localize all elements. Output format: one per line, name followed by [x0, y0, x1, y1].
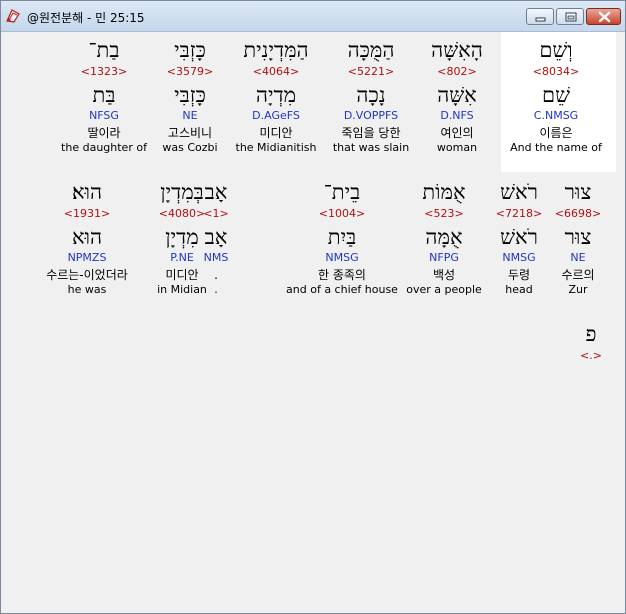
hebrew-word: בַת־	[88, 38, 120, 62]
lexical-form: בַּת	[92, 83, 116, 107]
hebrew-word: בֵית־	[323, 180, 361, 204]
word-cell[interactable]: בַת־ <1323> בַּת NFSG 딸이라 the daughter o…	[49, 37, 159, 155]
minimize-icon	[535, 17, 546, 22]
korean-gloss: 딸이라	[87, 126, 121, 140]
strong-number: <1323>	[80, 65, 128, 78]
strong-number: <4080>	[158, 207, 206, 220]
maximize-icon	[565, 12, 577, 22]
lexical-form: מִדְיָן	[165, 225, 199, 249]
word-cell[interactable]: בְּמִדְיָן <4080> מִדְיָן P.NE 미디안 in Mi…	[127, 179, 237, 297]
word-cell[interactable]: הַמֻּכָּה <5221> נָכָה D.VOPPFS 죽임을 당한 t…	[316, 37, 426, 155]
strong-number: <5221>	[347, 65, 395, 78]
minimize-button[interactable]	[526, 8, 554, 25]
morphology-code: D.VOPPFS	[343, 109, 399, 122]
morphology-code: NPMZS	[67, 251, 107, 264]
korean-gloss: 미디안	[165, 268, 199, 282]
app-window: @원전분해 - 민 25:15 וְשֵׁם <8034> שֵׁם C.NMS…	[0, 0, 626, 614]
verse-analysis-panel: וְשֵׁם <8034> שֵׁם C.NMSG 이름은 And the na…	[5, 32, 621, 609]
maximize-button[interactable]	[556, 8, 584, 25]
word-cell[interactable]: וְשֵׁם <8034> שֵׁם C.NMSG 이름은 And the na…	[501, 37, 611, 155]
english-gloss: he was	[67, 283, 107, 296]
bible-app-icon	[5, 8, 21, 24]
morphology-code: NMSG	[325, 251, 359, 264]
english-gloss: in Midian	[157, 283, 207, 296]
korean-gloss: 이름은	[539, 126, 573, 140]
strong-number: <8034>	[532, 65, 580, 78]
word-cell[interactable]: פ <.>	[561, 321, 621, 363]
lexical-form: בַּיִת	[327, 225, 357, 249]
morphology-code: P.NE	[170, 251, 194, 264]
lexical-form: הוּא	[71, 225, 103, 249]
morphology-code: C.NMSG	[533, 109, 579, 122]
english-gloss: that was slain	[332, 141, 410, 154]
hebrew-word: הַמֻּכָּה	[347, 38, 395, 62]
english-gloss: And the name of	[510, 141, 602, 154]
english-gloss: the daughter of	[61, 141, 147, 154]
lexical-form: נָכָה	[356, 83, 386, 107]
hebrew-word: הוּא׃	[71, 180, 103, 204]
hebrew-word: פ	[585, 322, 597, 346]
morphology-code: NFSG	[89, 109, 119, 122]
korean-gloss: 한 종족의	[318, 268, 366, 282]
close-icon	[598, 11, 611, 23]
title-bar[interactable]: @원전분해 - 민 25:15	[1, 1, 625, 32]
window-title: @원전분해 - 민 25:15	[27, 11, 145, 25]
strong-number: <1004>	[318, 207, 366, 220]
english-gloss: and of a chief house	[286, 283, 398, 296]
hebrew-word: בְּמִדְיָן	[160, 180, 204, 204]
word-cell[interactable]: בֵית־ <1004> בַּיִת NMSG 한 종족의 and of a …	[272, 179, 412, 297]
strong-number: <1931>	[63, 207, 111, 220]
korean-gloss: 수르는-이었더라	[46, 268, 128, 282]
strong-number: <.>	[580, 349, 602, 362]
korean-gloss: 죽임을 당한	[341, 126, 401, 140]
word-cell[interactable]: הוּא׃ <1931> הוּא NPMZS 수르는-이었더라 he was	[32, 179, 142, 297]
lexical-form: שֵׁם	[542, 83, 570, 107]
close-button[interactable]	[586, 8, 621, 25]
hebrew-word: וְשֵׁם	[539, 38, 573, 62]
